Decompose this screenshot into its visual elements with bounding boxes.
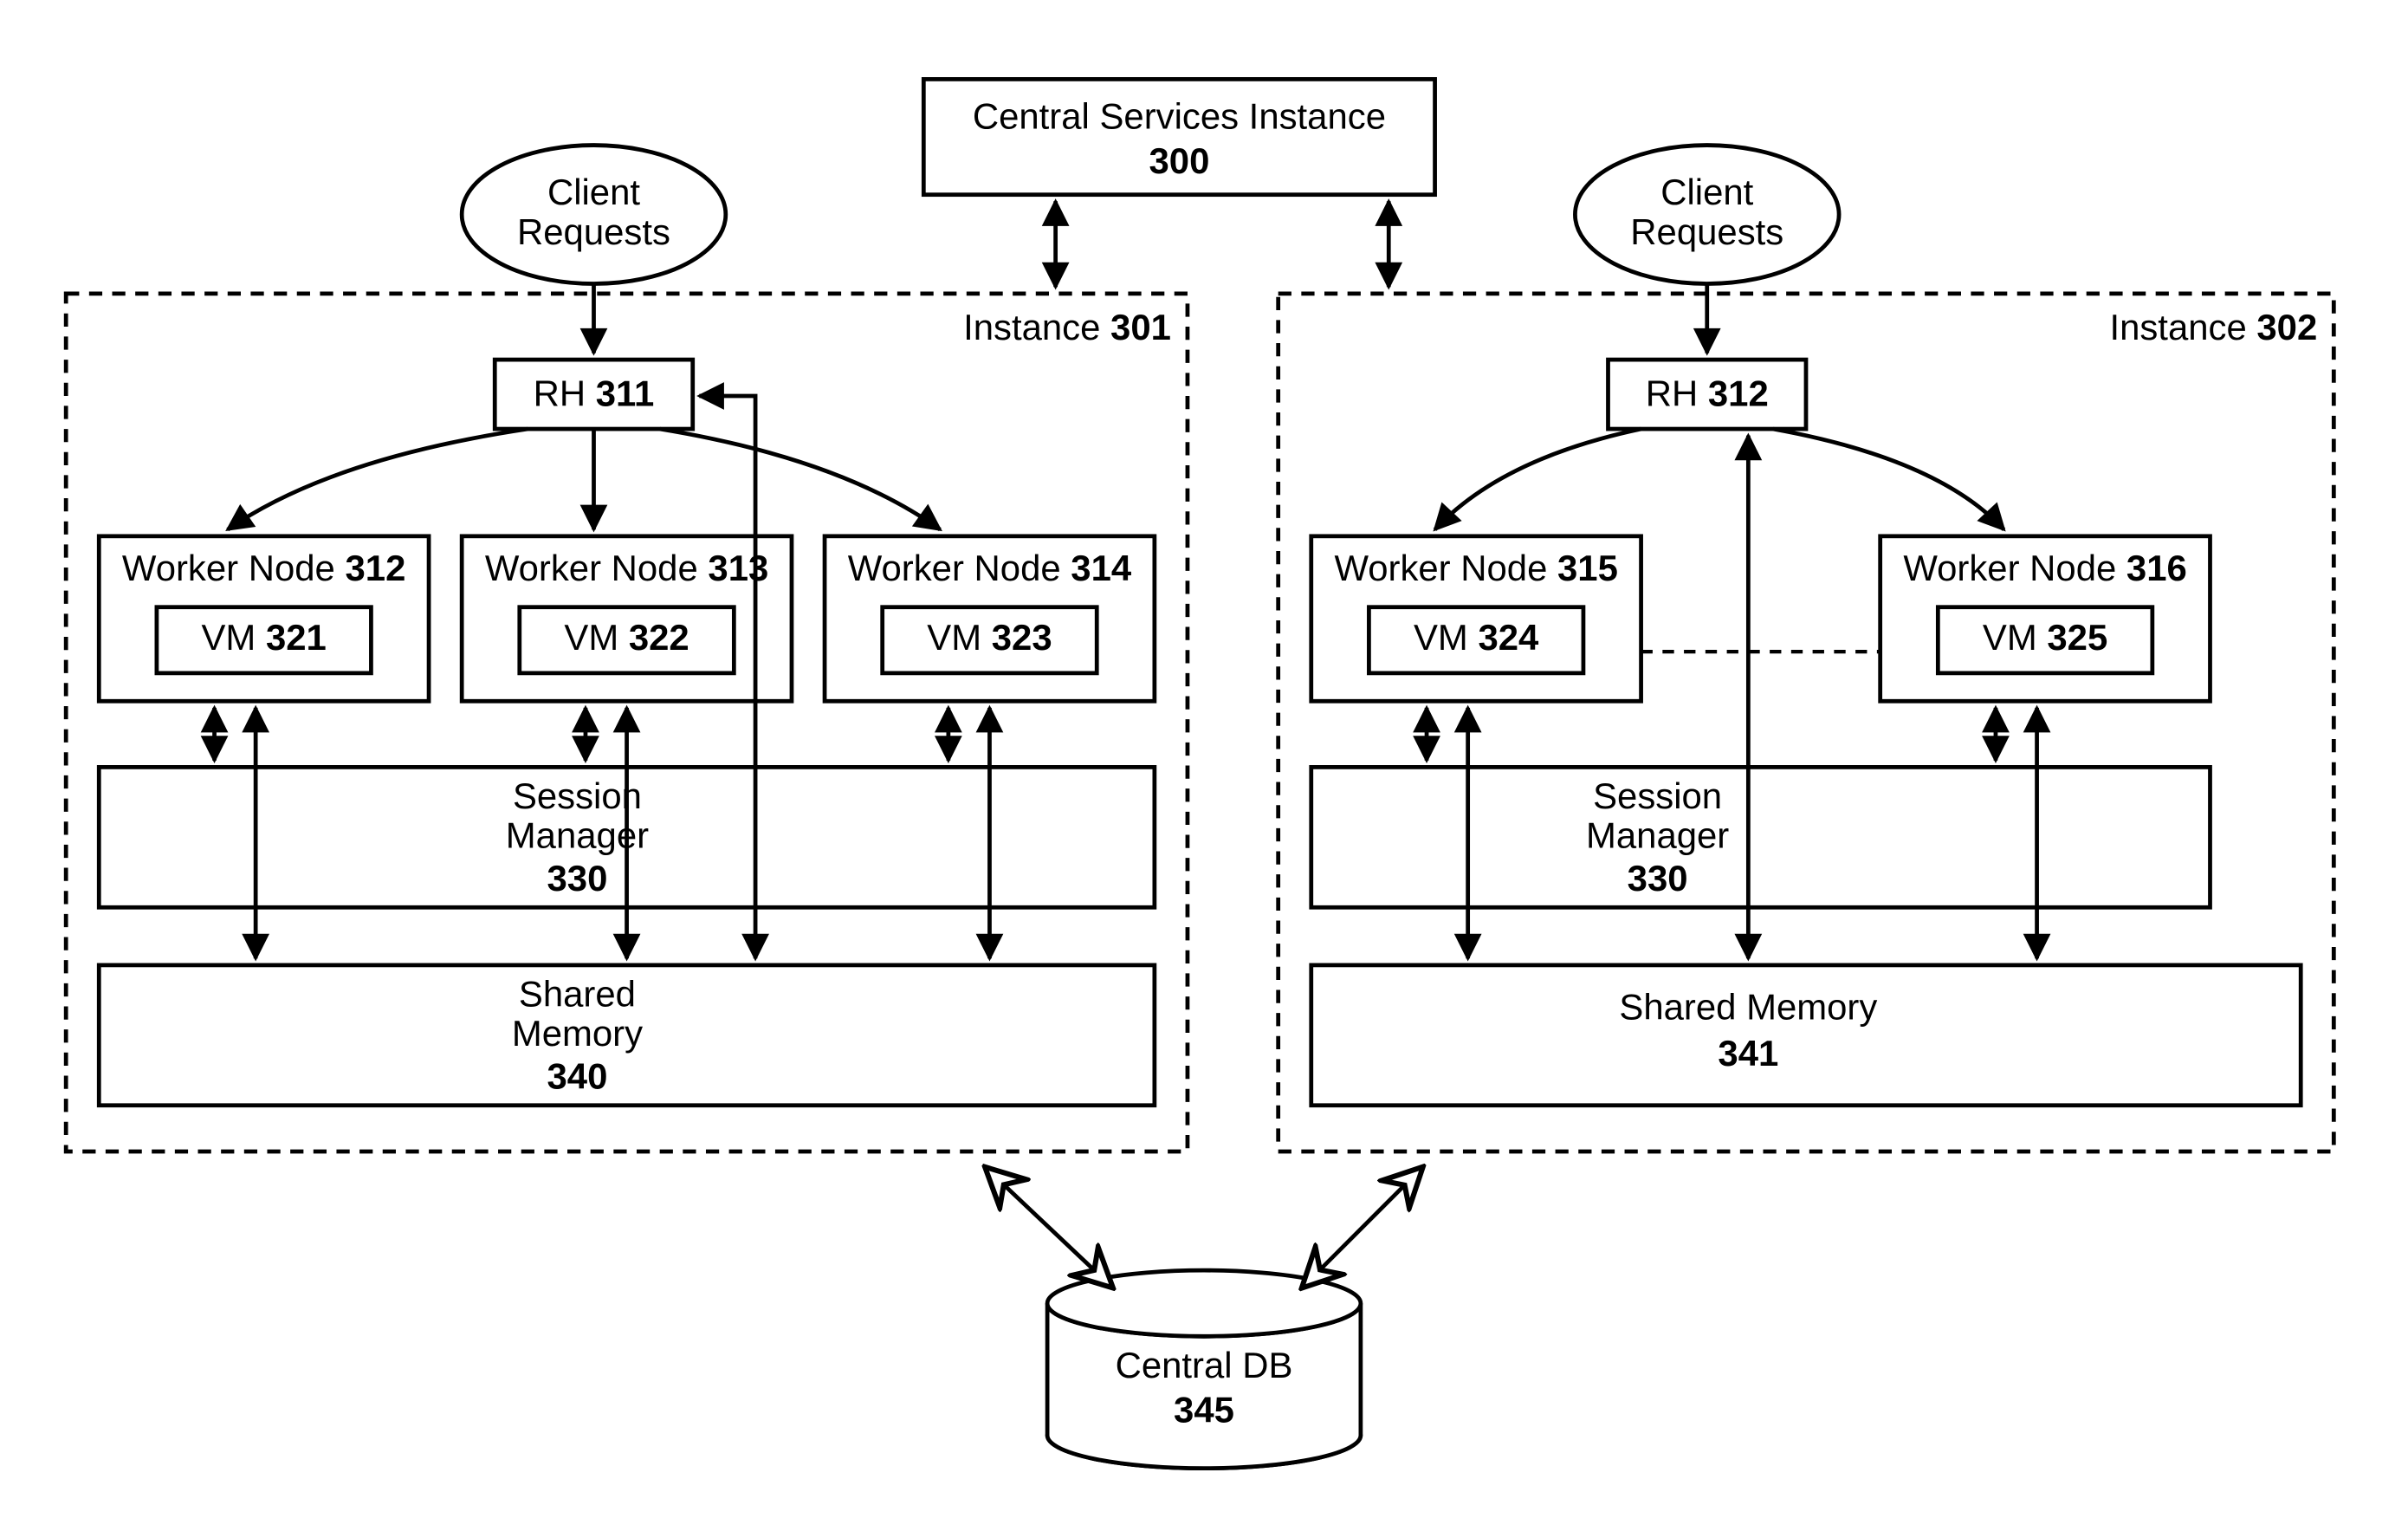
svg-text:Session: Session [1593, 775, 1722, 816]
svg-text:345: 345 [1174, 1389, 1234, 1430]
client-right-l2: Requests [1630, 211, 1783, 252]
left-to-db [989, 1171, 1108, 1283]
instance-left-label: Instance 301 [963, 307, 1171, 347]
svg-text:Session: Session [513, 775, 642, 816]
svg-text:340: 340 [547, 1056, 608, 1097]
central-db: Central DB 345 [1047, 1270, 1361, 1468]
svg-text:Central DB: Central DB [1116, 1345, 1293, 1385]
instance-right-label: Instance 302 [2109, 307, 2317, 347]
rh-to-wn312 [228, 429, 528, 529]
client-left-l2: Requests [517, 211, 670, 252]
svg-text:Worker Node 312: Worker Node 312 [122, 548, 405, 588]
rh-to-wn316 [1773, 429, 2004, 529]
svg-text:VM 323: VM 323 [927, 617, 1052, 658]
diagram-canvas: Central Services Instance 300 Client Req… [0, 0, 2408, 1518]
rh-left-text: RH 311 [534, 373, 655, 413]
worker-node-316: Worker Node 316 VM 325 [1880, 536, 2211, 701]
rh-to-wn314 [660, 429, 941, 529]
svg-text:Memory: Memory [512, 1013, 643, 1054]
svg-text:330: 330 [1628, 858, 1688, 898]
svg-text:341: 341 [1718, 1033, 1778, 1074]
svg-text:Manager: Manager [1586, 815, 1729, 856]
client-right-l1: Client [1660, 172, 1753, 212]
worker-node-314: Worker Node 314 VM 323 [825, 536, 1155, 701]
svg-text:Worker Node 315: Worker Node 315 [1334, 548, 1617, 588]
svg-text:Worker Node 313: Worker Node 313 [485, 548, 768, 588]
rh-to-wn315 [1435, 429, 1641, 529]
svg-text:VM 322: VM 322 [564, 617, 689, 658]
svg-text:VM 321: VM 321 [202, 617, 327, 658]
svg-text:330: 330 [547, 858, 608, 898]
svg-text:Shared Memory: Shared Memory [1619, 987, 1877, 1028]
svg-text:VM 325: VM 325 [1983, 617, 2107, 658]
svg-text:Worker Node 314: Worker Node 314 [848, 548, 1132, 588]
worker-node-313: Worker Node 313 VM 322 [462, 536, 792, 701]
svg-text:Shared: Shared [519, 973, 636, 1014]
svg-text:Worker Node 316: Worker Node 316 [1903, 548, 2186, 588]
central-services-title: Central Services Instance [973, 96, 1386, 137]
svg-text:VM 324: VM 324 [1414, 617, 1539, 658]
rh-right-text: RH 312 [1646, 373, 1769, 413]
session-right [1311, 767, 2211, 907]
client-left-l1: Client [547, 172, 640, 212]
worker-node-315: Worker Node 315 VM 324 [1311, 536, 1641, 701]
central-services-num: 300 [1149, 140, 1210, 181]
right-to-db [1306, 1171, 1418, 1283]
worker-node-312: Worker Node 312 VM 321 [99, 536, 429, 701]
